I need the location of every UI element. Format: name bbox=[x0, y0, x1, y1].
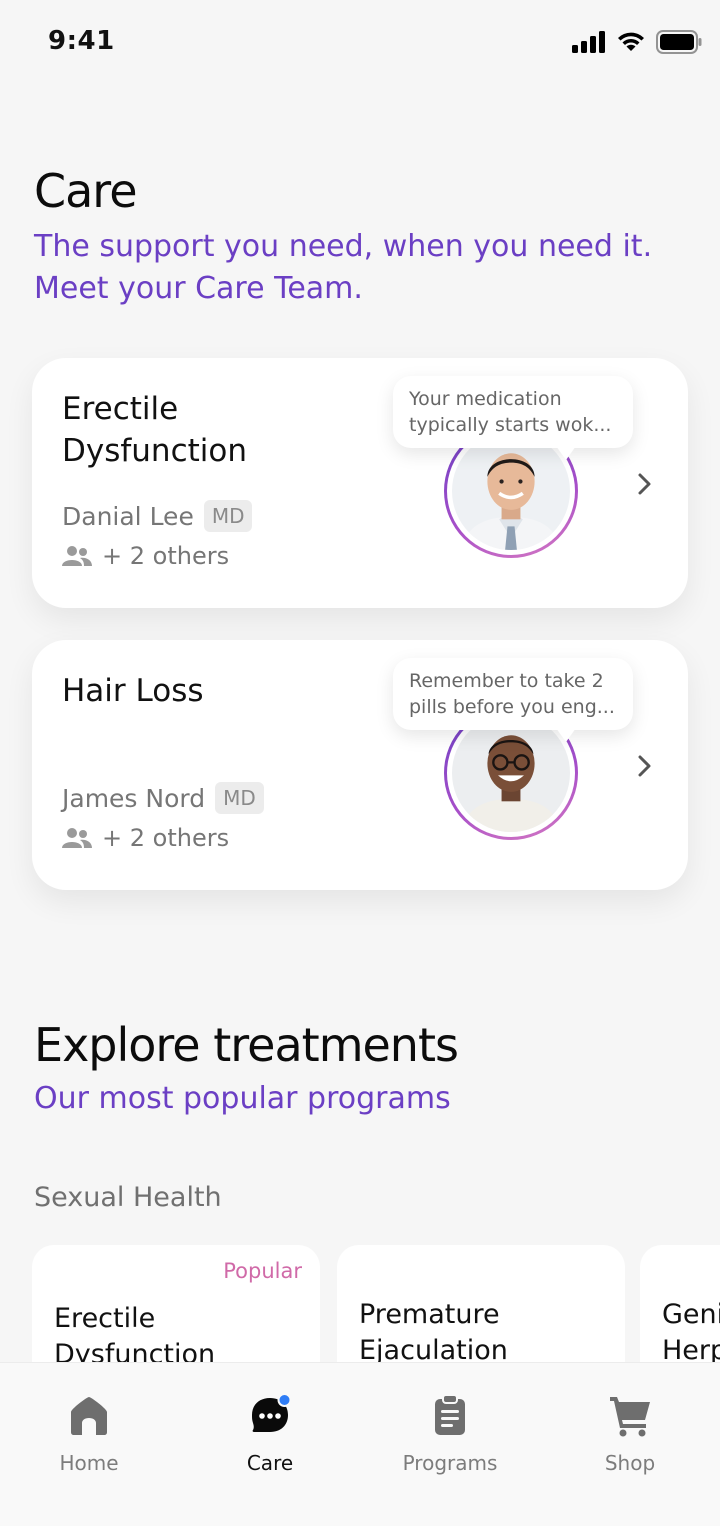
cart-icon bbox=[610, 1397, 650, 1437]
care-card-condition: Hair Loss bbox=[62, 670, 362, 712]
message-preview-line2: pills before you eng... bbox=[409, 696, 615, 718]
popular-badge: Popular bbox=[223, 1259, 302, 1283]
others-count: + 2 others bbox=[102, 542, 230, 570]
message-preview-line2: typically starts wok... bbox=[409, 414, 612, 436]
care-team-others: + 2 others bbox=[62, 824, 229, 852]
tab-home-label: Home bbox=[59, 1451, 119, 1475]
doctor-name: Danial Lee bbox=[62, 501, 194, 531]
chat-icon bbox=[252, 1393, 292, 1432]
clipboard-icon bbox=[435, 1394, 465, 1435]
message-preview-line1: Your medication bbox=[409, 388, 562, 410]
tab-care[interactable]: Care bbox=[210, 1393, 330, 1475]
chevron-right-icon[interactable] bbox=[632, 754, 656, 778]
wifi-icon bbox=[618, 32, 644, 51]
care-card-doctor: James Nord MD bbox=[62, 782, 264, 814]
tab-bar: Home Care Programs Shop bbox=[0, 1362, 720, 1526]
care-card-erectile-dysfunction[interactable]: Erectile Dysfunction Danial Lee MD + 2 o… bbox=[32, 358, 688, 608]
explore-title: Explore treatments bbox=[34, 1018, 459, 1072]
care-card-condition-line1: Erectile bbox=[62, 391, 179, 427]
status-time: 9:41 bbox=[48, 26, 115, 56]
message-preview-line1: Remember to take 2 bbox=[409, 670, 604, 692]
category-label: Sexual Health bbox=[34, 1182, 222, 1213]
tab-shop-label: Shop bbox=[604, 1451, 656, 1475]
tab-home[interactable]: Home bbox=[29, 1393, 149, 1475]
care-card-condition-line2: Dysfunction bbox=[62, 433, 248, 469]
status-bar: 9:41 bbox=[0, 0, 720, 86]
care-team-others: + 2 others bbox=[62, 542, 229, 570]
treatment-name-line1: Geni bbox=[662, 1299, 720, 1330]
tab-programs-label: Programs bbox=[402, 1451, 498, 1475]
care-card-hair-loss[interactable]: Hair Loss James Nord MD + 2 others Remem… bbox=[32, 640, 688, 890]
chevron-right-icon[interactable] bbox=[632, 472, 656, 496]
battery-icon bbox=[656, 30, 702, 54]
treatment-name-line1: Erectile bbox=[54, 1303, 156, 1334]
people-icon bbox=[62, 828, 92, 848]
treatment-name-line1: Premature bbox=[359, 1299, 500, 1330]
message-preview-bubble[interactable]: Remember to take 2 pills before you eng.… bbox=[393, 658, 633, 730]
tab-programs[interactable]: Programs bbox=[390, 1393, 510, 1475]
care-card-condition: Erectile Dysfunction bbox=[62, 388, 362, 472]
tab-care-label: Care bbox=[246, 1451, 294, 1475]
others-count: + 2 others bbox=[102, 824, 230, 852]
signal-icon bbox=[572, 31, 605, 53]
bubble-tail bbox=[556, 728, 576, 742]
care-card-doctor: Danial Lee MD bbox=[62, 500, 253, 532]
care-subtitle-line2: Meet your Care Team. bbox=[34, 271, 363, 306]
doctor-name: James Nord bbox=[62, 783, 206, 813]
home-icon bbox=[71, 1397, 107, 1435]
tab-shop[interactable]: Shop bbox=[570, 1393, 690, 1475]
message-preview-bubble[interactable]: Your medication typically starts wok... bbox=[393, 376, 633, 448]
md-badge: MD bbox=[215, 782, 264, 814]
md-badge: MD bbox=[203, 500, 253, 532]
explore-subtitle: Our most popular programs bbox=[34, 1081, 451, 1116]
status-icons bbox=[572, 30, 702, 54]
people-icon bbox=[62, 546, 92, 566]
care-card-condition-line1: Hair Loss bbox=[62, 673, 204, 709]
doctor-photo-danial-lee bbox=[452, 432, 570, 550]
doctor-photo-james-nord bbox=[452, 714, 570, 832]
care-title: Care bbox=[34, 164, 138, 218]
bubble-tail bbox=[556, 446, 576, 460]
care-subtitle-line1: The support you need, when you need it. bbox=[34, 229, 653, 264]
